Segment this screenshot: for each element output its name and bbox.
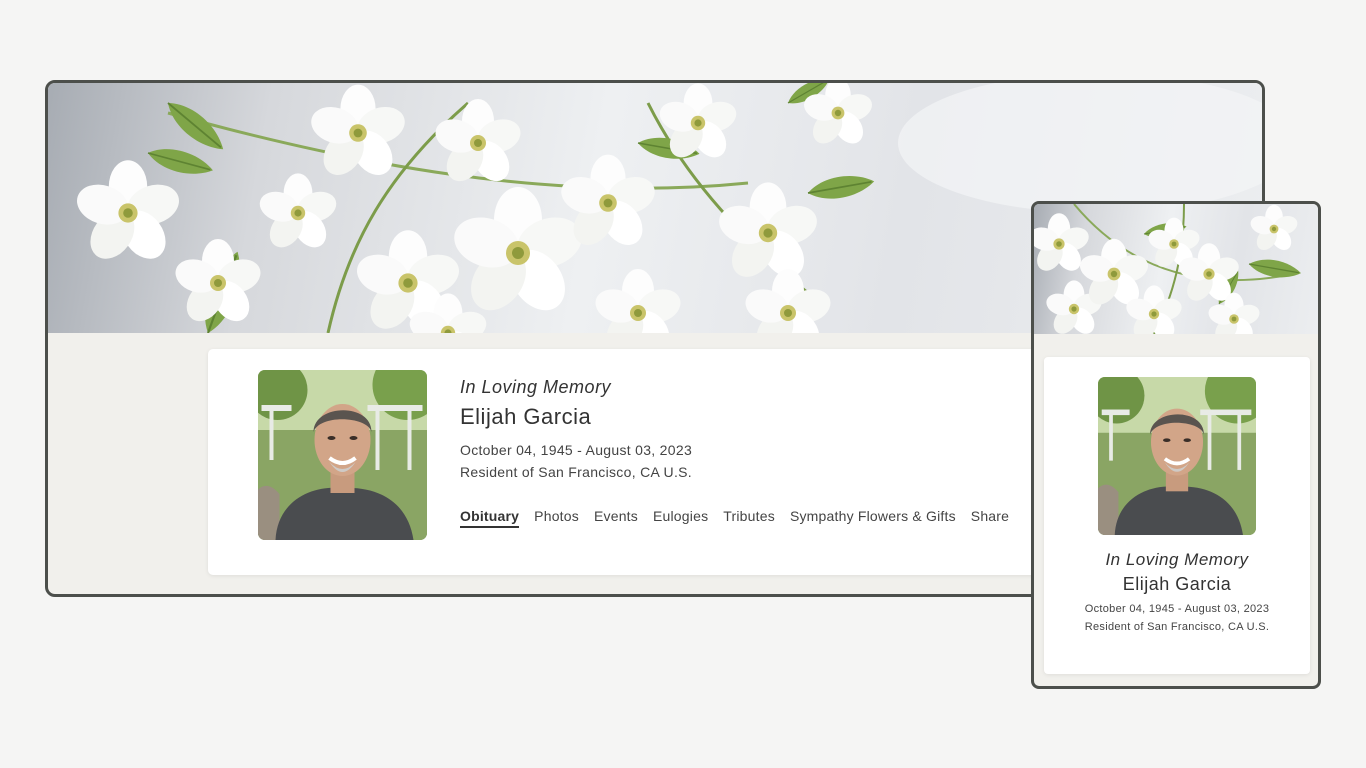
deceased-name: Elijah Garcia bbox=[460, 404, 592, 429]
mobile-preview: In Loving Memory Elijah Garcia October 0… bbox=[1031, 201, 1321, 689]
residence: Resident of San Francisco, CA U.S. bbox=[460, 464, 692, 480]
in-memory-heading: In Loving Memory bbox=[460, 377, 612, 397]
mobile-residence: Resident of San Francisco, CA U.S. bbox=[1084, 621, 1270, 633]
memorial-info: In Loving Memory Elijah Garcia October 0… bbox=[460, 377, 1009, 528]
tab-share[interactable]: Share bbox=[971, 508, 1009, 528]
portrait-photo bbox=[258, 370, 427, 540]
mobile-memorial-info: In Loving Memory Elijah Garcia October 0… bbox=[1044, 550, 1310, 633]
tab-photos[interactable]: Photos bbox=[534, 508, 579, 528]
memorial-nav: Obituary Photos Events Eulogies Tributes… bbox=[460, 508, 1009, 528]
mobile-portrait-photo bbox=[1098, 377, 1256, 535]
tab-sympathy-flowers-gifts[interactable]: Sympathy Flowers & Gifts bbox=[790, 508, 956, 528]
tab-tributes[interactable]: Tributes bbox=[723, 508, 775, 528]
tab-events[interactable]: Events bbox=[594, 508, 638, 528]
mobile-life-dates: October 04, 1945 - August 03, 2023 bbox=[1084, 603, 1270, 615]
mobile-banner-image bbox=[1034, 204, 1318, 334]
memorial-card: In Loving Memory Elijah Garcia October 0… bbox=[208, 349, 1088, 575]
tab-obituary[interactable]: Obituary bbox=[460, 508, 520, 528]
mobile-memorial-card: In Loving Memory Elijah Garcia October 0… bbox=[1044, 357, 1310, 674]
mobile-deceased-name: Elijah Garcia bbox=[1122, 574, 1232, 594]
tab-eulogies[interactable]: Eulogies bbox=[653, 508, 708, 528]
mobile-in-memory-heading: In Loving Memory bbox=[1105, 550, 1249, 569]
life-dates: October 04, 1945 - August 03, 2023 bbox=[460, 442, 693, 458]
